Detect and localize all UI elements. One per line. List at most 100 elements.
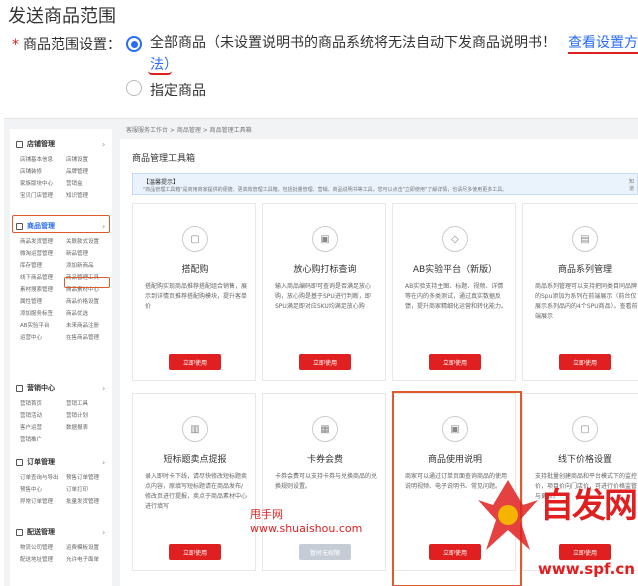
sidebar-item[interactable]: 添加服务标签 — [20, 309, 66, 317]
sidebar-item[interactable]: 新品管理 — [66, 249, 112, 257]
view-setup-link[interactable]: 查看设置方 — [568, 32, 638, 54]
tool-card: ▢ 搭配购 搭配购实现商品推荐搭配组合销售，展示到详情页推荐搭配购模块，提升客单价立… — [132, 203, 256, 381]
sidebar-item[interactable]: 营销活动 — [20, 411, 66, 419]
sidebar-item[interactable]: 异常订单管理 — [20, 497, 66, 505]
tool-title: AB实验平台（新版） — [412, 265, 498, 275]
sidebar-item[interactable]: 属性管理 — [20, 297, 66, 305]
tool-icon: ▤ — [572, 226, 598, 252]
tool-description: 输入商品编码即可查询是否满足放心购，放心购是基于SPU进行判断，即SPU满足即对… — [275, 283, 372, 310]
sidebar-item[interactable]: 订单查询与导出 — [20, 473, 66, 481]
sidebar-item[interactable]: 批量发货管理 — [66, 497, 112, 505]
use-now-button[interactable]: 立即使用 — [169, 354, 221, 370]
sidebar-item[interactable]: 商品价格设置 — [66, 297, 112, 305]
sidebar-item[interactable]: 预售订单管理 — [66, 473, 112, 481]
use-now-button[interactable]: 暂时无权限 — [299, 544, 351, 560]
tool-card: ▣ 放心购打标查询 输入商品编码即可查询是否满足放心购，放心购是基于SPU进行判断，… — [262, 203, 386, 381]
range-label: * 商品范围设置： — [12, 34, 121, 54]
tool-icon: ▣ — [312, 226, 338, 252]
sidebar-item[interactable]: 客户运营 — [20, 423, 66, 431]
sidebar-item[interactable]: 微淘运营管理 — [20, 249, 66, 257]
sidebar-group-icon — [16, 140, 23, 148]
option-all-label: 全部商品（未设置说明书的商品系统将无法自动下发商品说明书！ — [150, 35, 556, 51]
sidebar-item[interactable]: 品牌管理 — [66, 167, 112, 175]
sidebar-item[interactable]: 运费模板设置 — [66, 543, 112, 551]
page: { "header": { "title": "发送商品范围", "range_… — [0, 0, 638, 586]
sidebar-item[interactable]: AB实验平台 — [20, 321, 66, 329]
sidebar-item[interactable]: 营销首页 — [20, 399, 66, 407]
logo-figure-icon — [478, 480, 538, 550]
sidebar-item[interactable]: 未来商品注册 — [66, 321, 112, 329]
radio-all-products[interactable] — [126, 36, 142, 52]
range-label-text: 商品范围设置： — [23, 37, 121, 53]
breadcrumb: 客服服务工作台 > 商品管理 > 商品管理工具箱 — [126, 127, 252, 134]
tip-body: "商品管理工具箱"是商用商家提供的便捷、更高效管理工具箱，包括批量管理、营销、商… — [143, 187, 508, 193]
sidebar-items: 商品发货管理 关联款式设置 微淘运营管理 新品管理 库存管理 添加新商品 线下商品管理 商品管… — [20, 237, 112, 341]
tool-icon: ▦ — [312, 416, 338, 442]
sidebar-group-label: 订单管理 — [27, 458, 55, 466]
sidebar-item[interactable]: 营销计划 — [66, 411, 112, 419]
sidebar-item[interactable]: 关联款式设置 — [66, 237, 112, 245]
sidebar-item[interactable]: 商品发货管理 — [20, 237, 66, 245]
tool-title: 搭配购 — [181, 265, 209, 275]
tool-card: ▤ 商品系列管理商品系列管理可以支持把同类目同品牌的Spu添加为系列在前端展示（前… — [522, 203, 638, 381]
tip-title: 【温馨提示】 — [143, 179, 180, 186]
sidebar-item[interactable]: 库存管理 — [20, 261, 66, 269]
sidebar-item[interactable]: 添加新商品 — [66, 261, 112, 269]
tool-description: AB实验支持主图、标题、视频、详情等在内的多类测试，通过真实数据反馈，提升商家精… — [405, 283, 508, 310]
sidebar-group-label: 营销中心 — [27, 384, 55, 392]
sidebar-group-icon — [16, 528, 23, 536]
sidebar-item[interactable]: 宝贝门店管理 — [20, 191, 66, 199]
page-title: 商品管理工具箱 — [132, 154, 196, 164]
sidebar-item[interactable]: 店铺装修 — [20, 167, 66, 175]
tool-card: ▥ 短标题卖点提报录入即时卡下线，请尽快修改短标题卖点内容，原填写短标题请在商品发… — [132, 393, 256, 571]
sidebar-item[interactable]: 允许电子面单 — [66, 555, 112, 563]
sidebar-item[interactable]: 营销盒 — [66, 179, 112, 187]
tool-description: 商品系列管理可以支持把同类目同品牌的Spu添加为系列在前端展示（前台仅展示系列品… — [535, 283, 638, 320]
sidebar-item[interactable]: 商品优选 — [66, 309, 112, 317]
sidebar-group-store[interactable]: 店铺管理 › — [16, 139, 105, 149]
sidebar-item[interactable]: 数据报表 — [66, 423, 112, 431]
tool-title: 卡券会费 — [306, 455, 343, 465]
sidebar-item[interactable]: 运营中心 — [20, 333, 66, 341]
sidebar-item[interactable]: 线下商品管理 — [20, 273, 66, 281]
tool-title: 短标题卖点提报 — [163, 455, 227, 465]
highlight-product-group — [12, 215, 110, 233]
tool-card: ◇ AB实验平台（新版） AB实验支持主图、标题、视频、详情等在内的多类测试，通过真… — [392, 203, 516, 381]
sidebar-group-marketing[interactable]: 营销中心 › — [16, 383, 105, 393]
sidebar-item[interactable]: 物流公司管理 — [20, 543, 66, 551]
use-now-button[interactable]: 立即使用 — [299, 354, 351, 370]
option-specified-label: 指定商品 — [150, 83, 206, 99]
chevron-right-icon: › — [102, 383, 106, 393]
tool-title: 商品系列管理 — [557, 265, 612, 275]
use-now-button[interactable]: 立即使用 — [559, 544, 611, 560]
sidebar-item[interactable]: 订单打印 — [66, 485, 112, 493]
sidebar-item[interactable]: 知识管理 — [66, 191, 112, 199]
sidebar-group-delivery[interactable]: 配送管理 › — [16, 527, 105, 537]
sidebar-item[interactable]: 家族版块中心 — [20, 179, 66, 187]
sidebar-item[interactable]: 预售中心 — [20, 485, 66, 493]
sidebar-group-label: 店铺管理 — [27, 140, 55, 148]
sidebar-group-label: 配送管理 — [27, 528, 55, 536]
radio-specified-products[interactable] — [126, 80, 142, 96]
tip-close[interactable]: 知道 — [629, 178, 637, 192]
sidebar-group-order[interactable]: 订单管理 › — [16, 457, 105, 467]
sidebar-item[interactable]: 店铺基本信息 — [20, 155, 66, 163]
sidebar-item[interactable]: 营销推广 — [20, 435, 66, 443]
sidebar-item[interactable]: 配送地址管理 — [20, 555, 66, 563]
tool-icon: ▥ — [182, 416, 208, 442]
watermark-cn: 甩手网 — [250, 508, 283, 521]
logo-url: www.spf.cn — [538, 560, 635, 578]
sidebar-item[interactable]: 店铺设置 — [66, 155, 112, 163]
sidebar-group-icon — [16, 458, 23, 466]
highlight-toolbox-item — [64, 277, 110, 288]
use-now-button[interactable]: 立即使用 — [429, 354, 481, 370]
sidebar-item[interactable]: 营销工具 — [66, 399, 112, 407]
sidebar-item[interactable]: 在售商品管理 — [66, 333, 112, 341]
chevron-right-icon: › — [102, 527, 106, 537]
tool-description: 录入即时卡下线，请尽快修改短标题卖点内容，原填写短标题请在商品发布/修改页进行提… — [145, 473, 248, 510]
use-now-button[interactable]: 立即使用 — [169, 544, 221, 560]
use-now-button[interactable]: 立即使用 — [559, 354, 611, 370]
sidebar-item[interactable]: 素材搜索管理 — [20, 285, 66, 293]
sidebar-items: 物流公司管理 运费模板设置 配送地址管理 允许电子面单 — [20, 543, 112, 563]
tool-description: 搭配购实现商品推荐搭配组合销售，展示到详情页推荐搭配购模块，提升客单价 — [145, 283, 248, 310]
